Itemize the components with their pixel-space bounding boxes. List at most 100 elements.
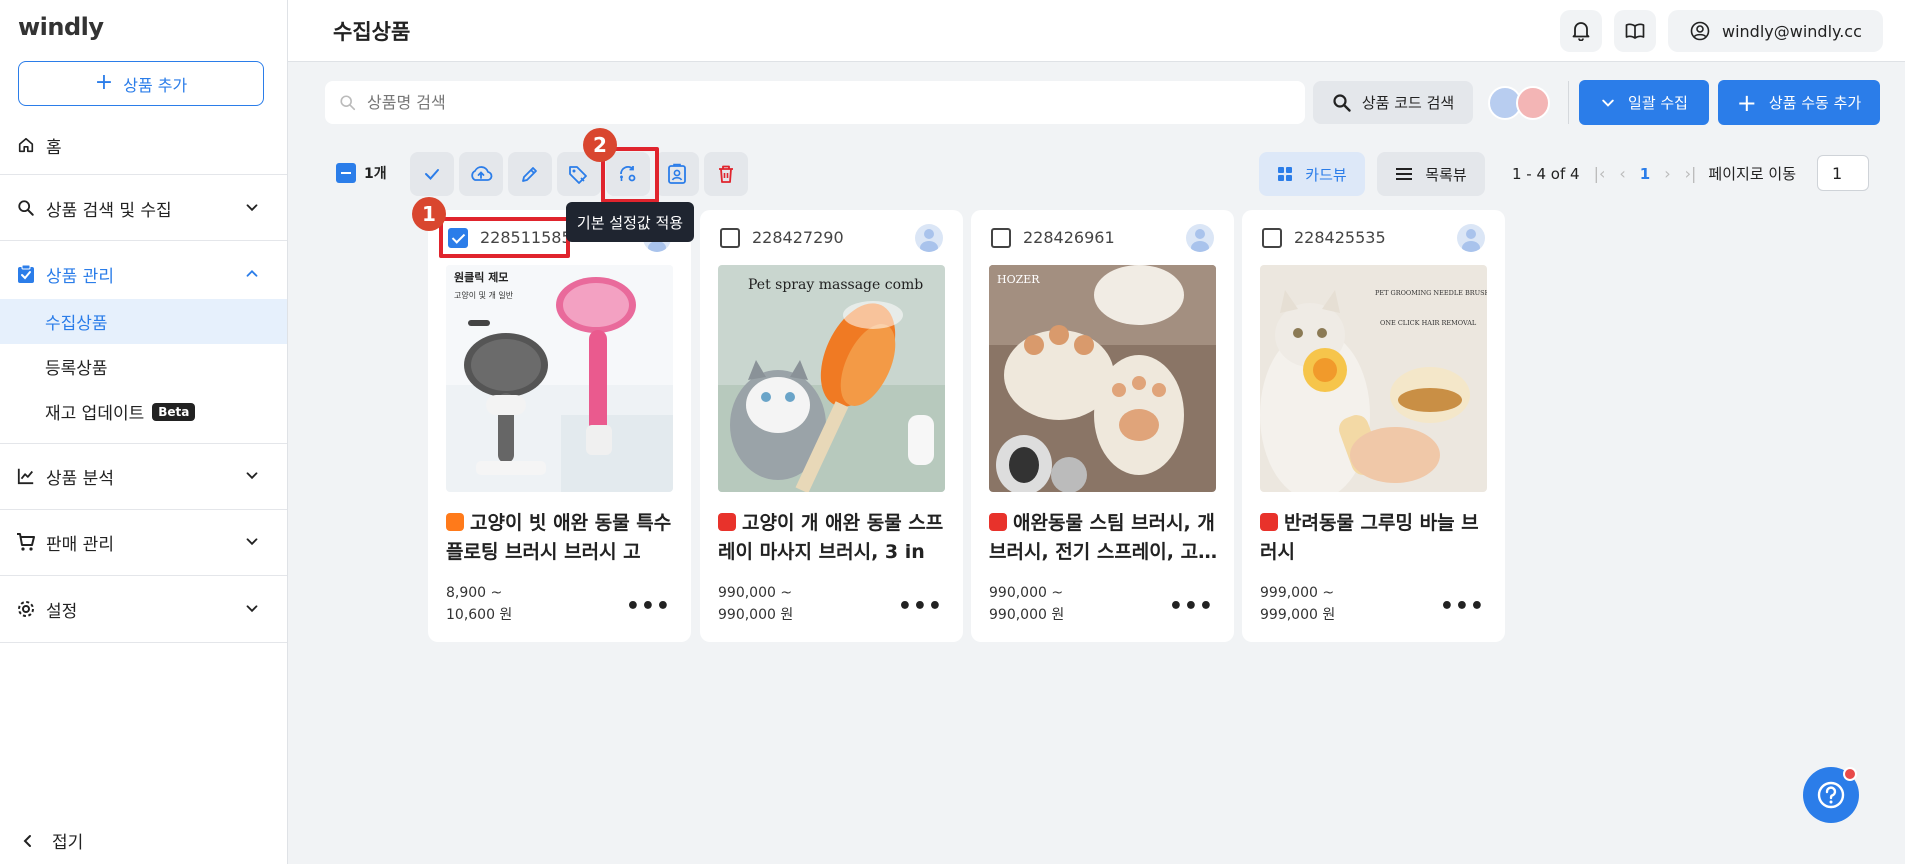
bell-icon xyxy=(1572,22,1590,41)
divider xyxy=(0,575,287,576)
search-icon xyxy=(16,198,36,218)
product-card[interactable]: 228425535 PET GROOMING NEEDLE BRUSH ONE … xyxy=(1242,210,1505,642)
product-title[interactable]: 고양이 빗 애완 동물 특수 플로팅 브러시 브러시 고양… xyxy=(446,509,676,567)
pencil-icon xyxy=(522,167,537,182)
upload-button[interactable] xyxy=(459,152,503,196)
sidebar-item-settings[interactable]: 설정 xyxy=(0,585,287,633)
sidebar-item-label: 설정 xyxy=(46,601,78,622)
card-view-button[interactable]: 카드뷰 xyxy=(1259,152,1365,196)
bulk-collect-button[interactable]: 일괄 수집 xyxy=(1579,80,1709,125)
sidebar-subitem-stock-update[interactable]: 재고 업데이트 Beta xyxy=(0,389,287,434)
confirm-button[interactable] xyxy=(410,152,454,196)
notification-dot xyxy=(1843,767,1857,781)
sidebar-item-analysis[interactable]: 상품 분석 xyxy=(0,452,287,500)
collapse-sidebar-button[interactable]: 접기 xyxy=(22,828,83,853)
guide-button[interactable] xyxy=(1614,10,1656,52)
product-card[interactable]: 228427290 Pet spray massage comb 고양이 개 애… xyxy=(700,210,963,642)
bulk-collect-label: 일괄 수집 xyxy=(1628,94,1688,112)
assign-user-button[interactable] xyxy=(655,152,699,196)
account-email: windly@windly.cc xyxy=(1722,21,1862,41)
add-product-button[interactable]: + 상품 추가 xyxy=(18,61,264,106)
collaborator-avatars[interactable] xyxy=(1488,86,1550,120)
aliexpress-icon xyxy=(1260,513,1278,531)
product-title-text: 반려동물 그루밍 바늘 브러시 xyxy=(1260,512,1479,563)
clipboard-check-icon xyxy=(16,264,36,284)
edit-button[interactable] xyxy=(508,152,552,196)
product-image[interactable]: PET GROOMING NEEDLE BRUSH ONE CLICK HAIR… xyxy=(1260,265,1487,492)
sidebar-item-sales[interactable]: 판매 관리 xyxy=(0,518,287,566)
price-min: 999,000 ~ xyxy=(1260,585,1335,601)
select-all-checkbox[interactable] xyxy=(336,163,356,183)
product-checkbox[interactable] xyxy=(991,228,1011,248)
app-logo[interactable]: windly xyxy=(18,13,104,41)
product-checkbox[interactable] xyxy=(1262,228,1282,248)
list-view-button[interactable]: 목록뷰 xyxy=(1377,152,1485,196)
more-options-icon[interactable]: ••• xyxy=(1440,594,1485,619)
manual-add-label: 상품 수동 추가 xyxy=(1768,94,1862,112)
more-options-icon[interactable]: ••• xyxy=(898,594,943,619)
product-card[interactable]: 228511585 원클릭 제모 고양이 및 개 일반 고양이 빗 애완 동물 … xyxy=(428,210,691,642)
chevron-down-icon xyxy=(246,538,258,546)
product-id: 228426961 xyxy=(1023,228,1115,247)
prev-page-icon[interactable]: ‹ xyxy=(1619,164,1625,183)
manual-add-button[interactable]: + 상품 수동 추가 xyxy=(1718,80,1880,125)
price-min: 990,000 ~ xyxy=(989,585,1064,601)
cart-icon xyxy=(16,532,36,552)
notification-button[interactable] xyxy=(1560,10,1602,52)
sidebar: windly + 상품 추가 홈 상품 검색 및 수집 상품 관리 수집상품 등… xyxy=(0,0,288,864)
product-title[interactable]: 애완동물 스팀 브러시, 개 브러시, 전기 스프레이, 고… xyxy=(989,509,1219,567)
settings-sync-icon xyxy=(620,166,636,182)
user-avatar-icon[interactable] xyxy=(915,224,943,252)
product-title-text: 고양이 개 애완 동물 스프레이 마사지 브러시, 3 in 1… xyxy=(718,512,944,563)
code-search-button[interactable]: 상품 코드 검색 xyxy=(1313,81,1473,124)
price-min: 990,000 ~ xyxy=(718,585,793,601)
sidebar-subitem-label: 재고 업데이트 xyxy=(45,404,145,424)
sidebar-item-home[interactable]: 홈 xyxy=(0,121,287,169)
product-checkbox[interactable] xyxy=(720,228,740,248)
product-name-search xyxy=(325,81,1305,124)
plus-icon: + xyxy=(1736,88,1757,117)
code-search-label: 상품 코드 검색 xyxy=(1361,94,1455,112)
user-avatar-icon[interactable] xyxy=(1186,224,1214,252)
check-icon xyxy=(425,169,439,180)
product-checkbox[interactable] xyxy=(448,228,468,248)
current-page[interactable]: 1 xyxy=(1640,165,1650,183)
tooltip: 기본 설정값 적용 xyxy=(566,202,694,242)
sidebar-subitem-label: 수집상품 xyxy=(45,314,108,334)
product-card[interactable]: 228426961 HOZER 애완동물 스팀 브러시, 개 브러시, 전기 스… xyxy=(971,210,1234,642)
sidebar-subitem-registered[interactable]: 등록상품 xyxy=(0,344,287,389)
sidebar-item-label: 상품 분석 xyxy=(46,468,114,489)
sidebar-subitem-collected[interactable]: 수집상품 xyxy=(0,299,287,344)
more-options-icon[interactable]: ••• xyxy=(1169,594,1214,619)
apply-default-settings-button[interactable] xyxy=(606,152,650,196)
product-id: 228511585 xyxy=(480,228,572,247)
product-image[interactable]: Pet spray massage comb xyxy=(718,265,945,492)
goto-page-input[interactable]: 1 xyxy=(1817,155,1869,191)
product-id: 228425535 xyxy=(1294,228,1386,247)
more-options-icon[interactable]: ••• xyxy=(626,594,671,619)
pagination-range: 1 - 4 of 4 xyxy=(1512,164,1580,183)
divider xyxy=(0,443,287,444)
product-price: 990,000 ~ 990,000 원 xyxy=(718,582,793,626)
product-title[interactable]: 반려동물 그루밍 바늘 브러시 xyxy=(1260,509,1490,567)
product-title[interactable]: 고양이 개 애완 동물 스프레이 마사지 브러시, 3 in 1… xyxy=(718,509,948,567)
user-avatar-icon[interactable] xyxy=(1457,224,1485,252)
product-price: 990,000 ~ 990,000 원 xyxy=(989,582,1064,626)
sidebar-item-label: 상품 관리 xyxy=(46,266,114,287)
sidebar-item-product-search[interactable]: 상품 검색 및 수집 xyxy=(0,184,287,232)
sidebar-item-product-manage[interactable]: 상품 관리 xyxy=(0,250,287,298)
price-max: 990,000 원 xyxy=(989,607,1065,623)
price-max: 999,000 원 xyxy=(1260,607,1336,623)
first-page-icon[interactable]: |‹ xyxy=(1594,164,1606,183)
delete-button[interactable] xyxy=(704,152,748,196)
chevron-up-icon xyxy=(246,270,258,277)
product-image[interactable]: HOZER xyxy=(989,265,1216,492)
product-image[interactable]: 원클릭 제모 고양이 및 개 일반 xyxy=(446,265,673,492)
next-page-icon[interactable]: › xyxy=(1664,164,1670,183)
search-input[interactable] xyxy=(367,93,1267,112)
price-max: 990,000 원 xyxy=(718,607,794,623)
image-caption: PET GROOMING NEEDLE BRUSH xyxy=(1375,289,1487,297)
divider xyxy=(0,642,287,643)
account-button[interactable]: windly@windly.cc xyxy=(1668,10,1883,52)
last-page-icon[interactable]: ›| xyxy=(1685,164,1697,183)
